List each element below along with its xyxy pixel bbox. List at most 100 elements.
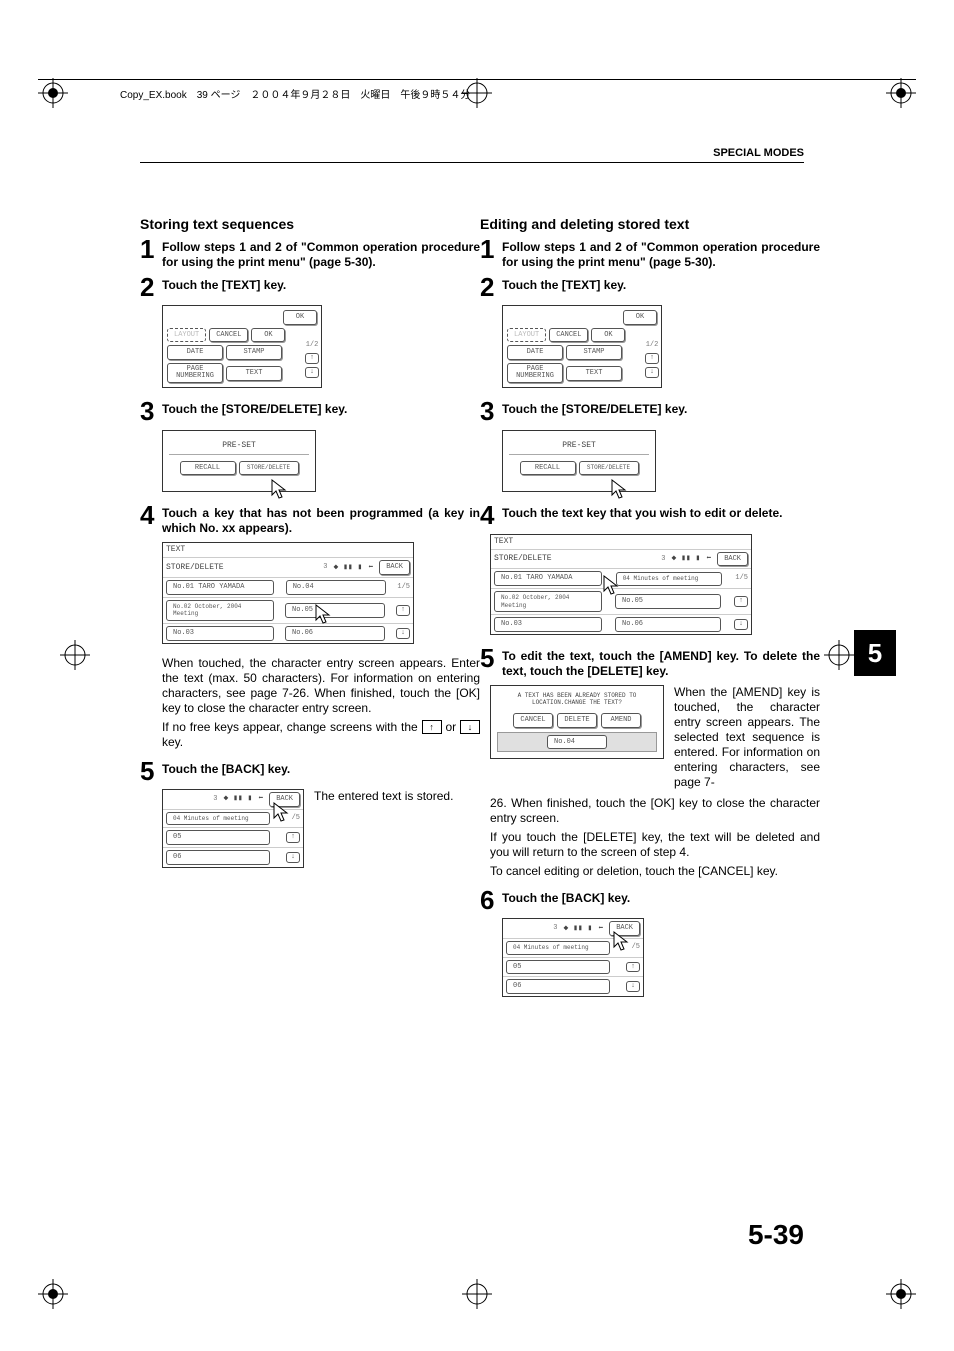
stamp-button[interactable]: STAMP	[226, 345, 282, 360]
store-delete-button[interactable]: STORE/DELETE	[579, 461, 639, 475]
step-5: 5 To edit the text, touch the [AMEND] ke…	[480, 647, 820, 679]
list-item[interactable]: No.01 TARO YAMADA	[494, 571, 602, 586]
scroll-up-button[interactable]: ↑	[305, 353, 319, 364]
list-item[interactable]: No.03	[494, 617, 602, 632]
crop-mark-icon	[38, 1279, 68, 1309]
step-text: Follow steps 1 and 2 of "Common operatio…	[502, 238, 820, 270]
left-title: Storing text sequences	[140, 216, 480, 234]
step-text: Touch the [STORE/DELETE] key.	[162, 400, 480, 423]
text-button[interactable]: TEXT	[226, 366, 282, 381]
list-item[interactable]: No.03	[166, 626, 274, 641]
list-item[interactable]: No.02 October, 2004 Meeting	[494, 591, 602, 612]
scroll-up-button[interactable]: ↑	[396, 605, 410, 616]
screen-preset: PRE-SET RECALL STORE/DELETE	[502, 430, 656, 493]
register-mark-icon	[462, 1279, 492, 1309]
store-delete-button[interactable]: STORE/DELETE	[239, 461, 299, 475]
page-numbering-button[interactable]: PAGE NUMBERING	[507, 363, 563, 383]
list-item[interactable]: 04 Minutes of meeting	[166, 812, 270, 826]
list-item[interactable]: No.02 October, 2004 Meeting	[166, 600, 274, 621]
list-item[interactable]: No.06	[285, 626, 385, 641]
right-title: Editing and deleting stored text	[480, 216, 820, 234]
screen-back: 3 ◆ ▮▮ ▮ ⬅ BACK 04 Minutes of meeting /5…	[502, 918, 644, 997]
pager-number: 3	[553, 924, 557, 933]
cancel-button[interactable]: CANCEL	[513, 713, 553, 728]
list-item[interactable]: No.05	[285, 603, 385, 618]
list-item[interactable]: No.05	[615, 594, 721, 609]
step4-paragraph: When touched, the character entry screen…	[162, 656, 480, 716]
list-item[interactable]: 06	[506, 979, 610, 994]
step-number: 6	[480, 889, 498, 912]
recall-button[interactable]: RECALL	[180, 461, 236, 476]
register-mark-icon	[60, 640, 90, 670]
crop-mark-icon	[38, 78, 68, 108]
list-item[interactable]: 05	[506, 960, 610, 975]
step-text: Touch the [BACK] key.	[162, 760, 480, 783]
step-number: 1	[480, 238, 498, 270]
list-item[interactable]: No.06	[615, 617, 721, 632]
layout-tab[interactable]: LAYOUT	[507, 328, 546, 343]
list-item[interactable]: No.04	[286, 580, 386, 595]
pager-number: 3	[323, 563, 327, 572]
step-number: 5	[140, 760, 158, 783]
list-item[interactable]: 05	[166, 830, 270, 845]
page: Copy_EX.book 39 ページ ２００４年９月２８日 火曜日 午後９時５…	[0, 0, 954, 1351]
dialog-message: LOCATION.CHANGE THE TEXT?	[497, 699, 657, 707]
page-numbering-button[interactable]: PAGE NUMBERING	[167, 363, 223, 383]
back-button[interactable]: BACK	[379, 560, 410, 575]
preset-label: PRE-SET	[169, 441, 309, 455]
step-text: Touch the [TEXT] key.	[502, 276, 820, 299]
back-button[interactable]: BACK	[717, 552, 748, 567]
left-column: Storing text sequences 1 Follow steps 1 …	[140, 216, 480, 874]
screen-preset: PRE-SET RECALL STORE/DELETE	[162, 430, 316, 493]
stamp-button[interactable]: STAMP	[566, 345, 622, 360]
scroll-up-button[interactable]: ↑	[626, 962, 640, 973]
scroll-down-button[interactable]: ↓	[645, 367, 659, 378]
scroll-down-button[interactable]: ↓	[305, 367, 319, 378]
list-item[interactable]: 04 Minutes of meeting	[616, 572, 722, 586]
step-text: Touch the text key that you wish to edit…	[502, 504, 820, 527]
step-4: 4 Touch a key that has not been programm…	[140, 504, 480, 536]
date-button[interactable]: DATE	[507, 345, 563, 360]
date-button[interactable]: DATE	[167, 345, 223, 360]
step-1: 1 Follow steps 1 and 2 of "Common operat…	[140, 238, 480, 270]
page-fraction: /5	[632, 943, 640, 952]
step-3: 3 Touch the [STORE/DELETE] key.	[140, 400, 480, 423]
list-item[interactable]: No.01 TARO YAMADA	[166, 580, 274, 595]
step-number: 1	[140, 238, 158, 270]
layout-tab[interactable]: LAYOUT	[167, 328, 206, 343]
scroll-up-button[interactable]: ↑	[286, 832, 300, 843]
ok-button[interactable]: OK	[251, 328, 285, 343]
ok-button[interactable]: OK	[591, 328, 625, 343]
delete-button[interactable]: DELETE	[557, 713, 597, 728]
up-key-icon: ↑	[422, 720, 442, 734]
crumb-store-delete: STORE/DELETE	[166, 563, 224, 573]
page-number: 5-39	[748, 1219, 804, 1251]
scroll-up-button[interactable]: ↑	[645, 353, 659, 364]
cursor-icon	[269, 479, 289, 503]
page-fraction: 1/5	[735, 574, 748, 583]
page-fraction: 1/2	[646, 341, 659, 350]
cancel-button[interactable]: CANCEL	[209, 328, 248, 343]
amend-button[interactable]: AMEND	[601, 713, 641, 728]
crop-mark-icon	[886, 1279, 916, 1309]
ok-button[interactable]: OK	[283, 310, 317, 325]
recall-button[interactable]: RECALL	[520, 461, 576, 476]
cursor-icon	[313, 604, 333, 628]
ok-button[interactable]: OK	[623, 310, 657, 325]
pager-number: 3	[661, 555, 665, 564]
scroll-down-button[interactable]: ↓	[396, 628, 410, 639]
step5-para2: 26. When finished, touch the [OK] key to…	[490, 796, 820, 826]
list-item[interactable]: 06	[166, 850, 270, 865]
chapter-tab: 5	[854, 630, 896, 676]
step5-side-text: The entered text is stored.	[314, 789, 480, 804]
scroll-up-button[interactable]: ↑	[734, 596, 748, 607]
scroll-down-button[interactable]: ↓	[286, 852, 300, 863]
list-item[interactable]: 04 Minutes of meeting	[506, 941, 610, 955]
scroll-down-button[interactable]: ↓	[734, 619, 748, 630]
cancel-button[interactable]: CANCEL	[549, 328, 588, 343]
list-item[interactable]: No.04	[547, 735, 607, 750]
text-button[interactable]: TEXT	[566, 366, 622, 381]
step-number: 3	[140, 400, 158, 423]
section-rule	[140, 162, 804, 163]
scroll-down-button[interactable]: ↓	[626, 981, 640, 992]
